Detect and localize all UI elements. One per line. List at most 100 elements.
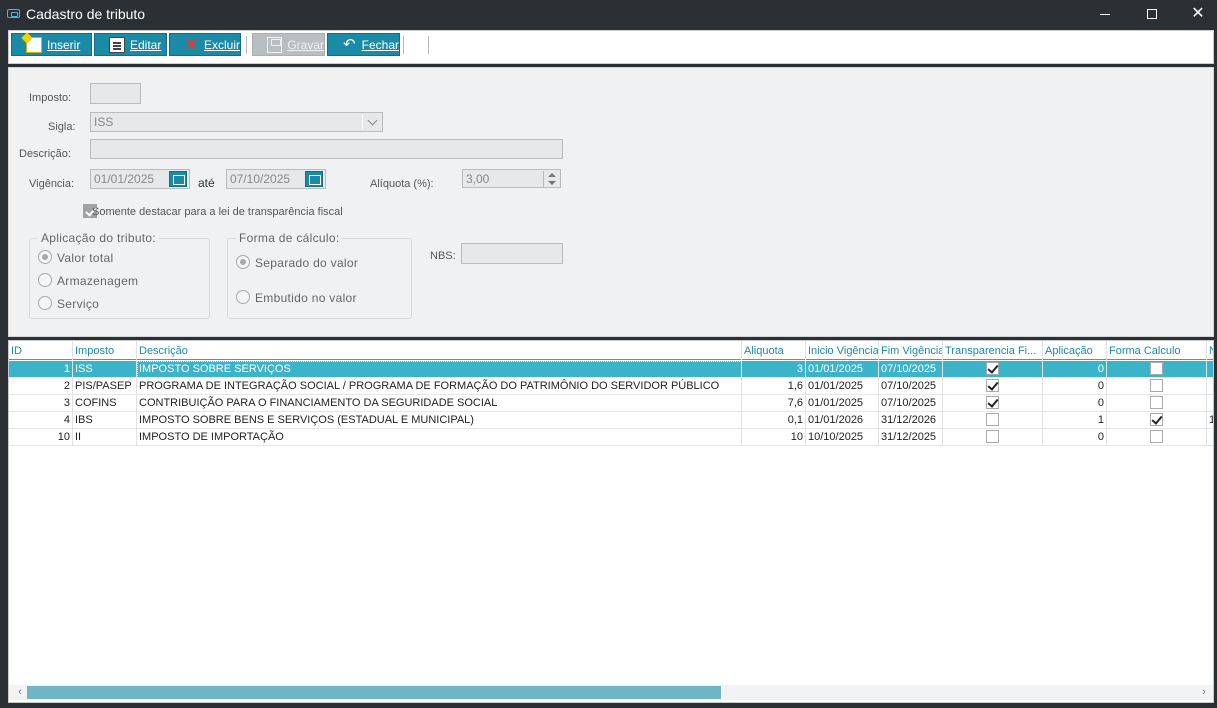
minimize-icon	[1100, 13, 1110, 15]
checkbox-forma[interactable]	[1150, 430, 1163, 443]
calendar-icon[interactable]	[169, 171, 187, 187]
cell-transparencia	[943, 361, 1043, 378]
nbs-field[interactable]	[461, 243, 563, 264]
maximize-button[interactable]	[1129, 0, 1175, 28]
checkbox-transparencia[interactable]	[986, 396, 999, 409]
col-forma-calculo[interactable]: Forma Calculo	[1107, 341, 1207, 360]
col-aplicacao[interactable]: Aplicação	[1043, 341, 1107, 360]
cell-descricao: PROGRAMA DE INTEGRAÇÃO SOCIAL / PROGRAMA…	[137, 378, 742, 395]
edit-document-icon	[109, 36, 125, 53]
cell-inicio: 01/01/2025	[806, 361, 879, 378]
cell-fim: 31/12/2026	[879, 412, 943, 429]
nbs-label: NBS:	[430, 250, 456, 262]
table-row[interactable]: 3 COFINS CONTRIBUIÇÃO PARA O FINANCIAMENTO…	[9, 395, 1213, 412]
sigla-label: Sigla:	[48, 121, 76, 133]
minimize-button[interactable]	[1082, 0, 1128, 28]
col-descricao[interactable]: Descrição	[137, 341, 742, 360]
checkbox-forma[interactable]	[1150, 362, 1163, 375]
radio-servico[interactable]	[38, 296, 52, 310]
imposto-field[interactable]	[90, 83, 141, 104]
table-row[interactable]: 2 PIS/PASEP PROGRAMA DE INTEGRAÇÃO SOCIAL …	[9, 378, 1213, 395]
vigencia-end-field[interactable]: 07/10/2025	[226, 169, 326, 189]
forma-calculo-group: Forma de cálculo:	[227, 231, 412, 319]
checkbox-transparencia[interactable]	[986, 379, 999, 392]
cell-aliquota: 3	[742, 361, 806, 378]
cell-aliquota: 0,1	[742, 412, 806, 429]
cell-forma	[1107, 395, 1207, 412]
floppy-disk-icon	[267, 36, 283, 53]
maximize-icon	[1147, 9, 1157, 19]
delete-button[interactable]: ✕ Excluir	[169, 33, 241, 56]
cell-descricao: CONTRIBUIÇÃO PARA O FINANCIAMENTO DA SEG…	[137, 395, 742, 412]
calendar-icon[interactable]	[305, 171, 323, 187]
aliquota-spinner[interactable]: 3,00	[462, 169, 561, 188]
cell-id: 10	[9, 429, 73, 446]
vigencia-label: Vigência:	[29, 178, 75, 190]
checkbox-transparencia[interactable]	[986, 362, 999, 375]
radio-separado[interactable]	[236, 255, 250, 269]
cell-inicio: 01/01/2025	[806, 395, 879, 412]
cell-fim: 07/10/2025	[879, 395, 943, 412]
sigla-select[interactable]: ISS	[90, 112, 383, 132]
checkbox-forma[interactable]	[1150, 379, 1163, 392]
aliquota-value: 3,00	[466, 172, 490, 186]
cell-transparencia	[943, 412, 1043, 429]
col-transparencia[interactable]: Transparencia Fi...	[943, 341, 1043, 360]
cell-inicio: 01/01/2025	[806, 378, 879, 395]
scroll-left-icon[interactable]: ‹	[13, 685, 27, 700]
close-icon: ✕	[1191, 5, 1205, 22]
cell-id: 4	[9, 412, 73, 429]
spinner-arrows-icon[interactable]	[543, 171, 559, 187]
table-row[interactable]: 1 ISS IMPOSTO SOBRE SERVIÇOS 3 01/01/2025 07/…	[9, 361, 1213, 378]
save-label: Gravar	[287, 37, 324, 52]
checkbox-transparencia[interactable]	[986, 413, 999, 426]
descricao-field[interactable]	[90, 139, 563, 159]
grid-header: ID Imposto Descrição Aliquota Inicio Vig…	[9, 341, 1213, 360]
delete-label: Excluir	[203, 37, 240, 52]
col-fim-vigencia[interactable]: Fim Vigência	[879, 341, 943, 360]
cell-fim: 31/12/2025	[879, 429, 943, 446]
checkbox-forma[interactable]	[1150, 413, 1163, 426]
col-aliquota[interactable]: Aliquota	[742, 341, 806, 360]
cell-descricao: IMPOSTO DE IMPORTAÇÃO	[137, 429, 742, 446]
save-button[interactable]: Gravar	[252, 33, 325, 56]
cell-imposto: ISS	[73, 361, 137, 378]
edit-button[interactable]: Editar	[94, 33, 167, 56]
delete-x-icon: ✕	[184, 34, 199, 54]
scroll-right-icon[interactable]: ›	[1197, 685, 1211, 700]
aplicacao-legend: Aplicação do tributo:	[41, 231, 157, 245]
dropdown-divider	[362, 115, 363, 129]
table-row[interactable]: 10 II IMPOSTO DE IMPORTAÇÃO 10 10/10/2025 31/…	[9, 429, 1213, 446]
new-document-icon	[26, 36, 42, 53]
col-imposto[interactable]: Imposto	[73, 341, 137, 360]
radio-armazenagem[interactable]	[38, 273, 52, 287]
radio-valor-total[interactable]	[38, 250, 52, 264]
col-inicio-vigencia[interactable]: Inicio Vigência	[806, 341, 879, 360]
radio-separado-label: Separado do valor	[255, 256, 359, 270]
scroll-thumb[interactable]	[27, 686, 721, 699]
horizontal-scrollbar[interactable]: ‹ ›	[9, 685, 1213, 700]
checkbox-transparencia[interactable]	[986, 430, 999, 443]
cell-descricao: IMPOSTO SOBRE BENS E SERVIÇOS (ESTADUAL …	[137, 412, 742, 429]
cell-imposto: IBS	[73, 412, 137, 429]
radio-servico-label: Serviço	[57, 297, 100, 311]
radio-embutido-label: Embutido no valor	[255, 291, 357, 305]
transparencia-label: Somente destacar para a lei de transparê…	[92, 206, 343, 218]
cell-imposto: COFINS	[73, 395, 137, 412]
chevron-down-icon	[367, 115, 378, 126]
cell-aplicacao: 0	[1043, 395, 1107, 412]
close-window-button[interactable]: ✕	[1175, 0, 1217, 28]
cell-id: 2	[9, 378, 73, 395]
col-extra[interactable]: N	[1207, 341, 1213, 360]
cell-extra	[1207, 395, 1213, 412]
close-button[interactable]: ↶ Fechar	[327, 33, 400, 56]
cell-id: 1	[9, 361, 73, 378]
vigencia-start-field[interactable]: 01/01/2025	[90, 169, 190, 189]
checkbox-forma[interactable]	[1150, 396, 1163, 409]
table-row[interactable]: 4 IBS IMPOSTO SOBRE BENS E SERVIÇOS (ESTAD…	[9, 412, 1213, 429]
radio-embutido[interactable]	[236, 290, 250, 304]
vigencia-start-value: 01/01/2025	[94, 172, 155, 186]
insert-button[interactable]: Inserir	[11, 33, 92, 56]
toolbar: Inserir Editar ✕ Excluir Gravar ↶ Fechar	[8, 30, 1214, 64]
col-id[interactable]: ID	[9, 341, 73, 360]
